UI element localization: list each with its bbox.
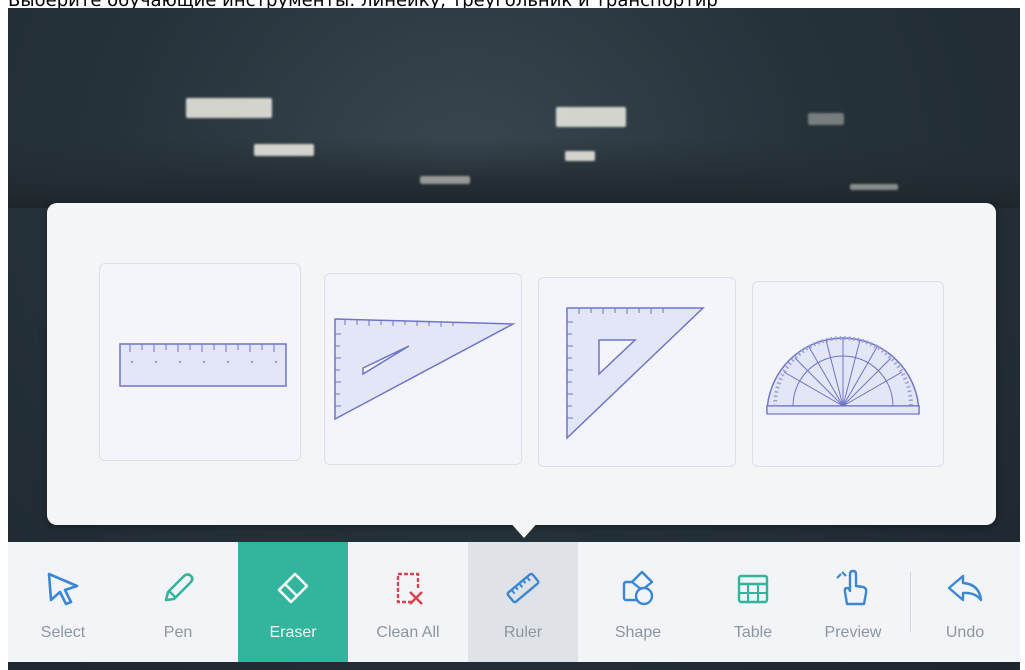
tool-card-set-square[interactable] xyxy=(538,277,736,467)
toolbar-label: Ruler xyxy=(503,624,543,641)
ceiling-light xyxy=(565,151,595,161)
bottom-toolbar: Select Pen Eraser Clean All Ruler Shape … xyxy=(8,542,1020,662)
tool-card-protractor[interactable] xyxy=(752,281,944,467)
ruler-icon xyxy=(506,572,540,604)
toolbar-label: Eraser xyxy=(269,624,317,641)
table-icon xyxy=(737,574,769,604)
toolbar-clean-all[interactable]: Clean All xyxy=(353,542,463,662)
toolbar-label: Shape xyxy=(614,624,662,641)
popup-pointer xyxy=(508,520,540,538)
toolbar-pen[interactable]: Pen xyxy=(123,542,233,662)
toolbar-select[interactable]: Select xyxy=(8,542,118,662)
shape-icon xyxy=(622,570,654,606)
toolbar-shape[interactable]: Shape xyxy=(583,542,693,662)
pen-icon xyxy=(164,573,194,602)
ruler-icon xyxy=(119,343,287,387)
preview-touch-icon xyxy=(836,569,868,606)
clean-all-icon xyxy=(396,572,423,605)
eraser-icon xyxy=(277,572,309,604)
ceiling-light xyxy=(254,144,314,156)
ceiling-light xyxy=(186,98,272,118)
toolbar-label: Undo xyxy=(945,624,985,641)
ceiling-light xyxy=(850,184,898,190)
triangle-ruler-icon xyxy=(334,318,516,421)
toolbar-table[interactable]: Table xyxy=(698,542,808,662)
toolbar-label: Select xyxy=(40,624,86,641)
toolbar-ruler[interactable]: Ruler xyxy=(468,542,578,662)
cursor-icon xyxy=(47,572,79,606)
undo-icon xyxy=(947,574,983,602)
set-square-icon xyxy=(566,307,705,440)
teaching-tools-popup xyxy=(47,203,996,525)
ceiling-light xyxy=(808,113,844,125)
protractor-icon xyxy=(766,336,920,415)
tool-card-triangle[interactable] xyxy=(324,273,522,465)
toolbar-label: Pen xyxy=(163,624,193,641)
toolbar-eraser[interactable]: Eraser xyxy=(238,542,348,662)
ceiling-light xyxy=(556,107,626,127)
toolbar-label: Preview xyxy=(824,624,882,641)
toolbar-preview[interactable]: Preview xyxy=(798,542,908,662)
ceiling-light xyxy=(420,176,470,184)
toolbar-label: Clean All xyxy=(376,624,440,641)
toolbar-undo[interactable]: Undo xyxy=(910,542,1020,662)
toolbar-label: Table xyxy=(733,624,773,641)
tool-card-ruler[interactable] xyxy=(99,263,301,461)
